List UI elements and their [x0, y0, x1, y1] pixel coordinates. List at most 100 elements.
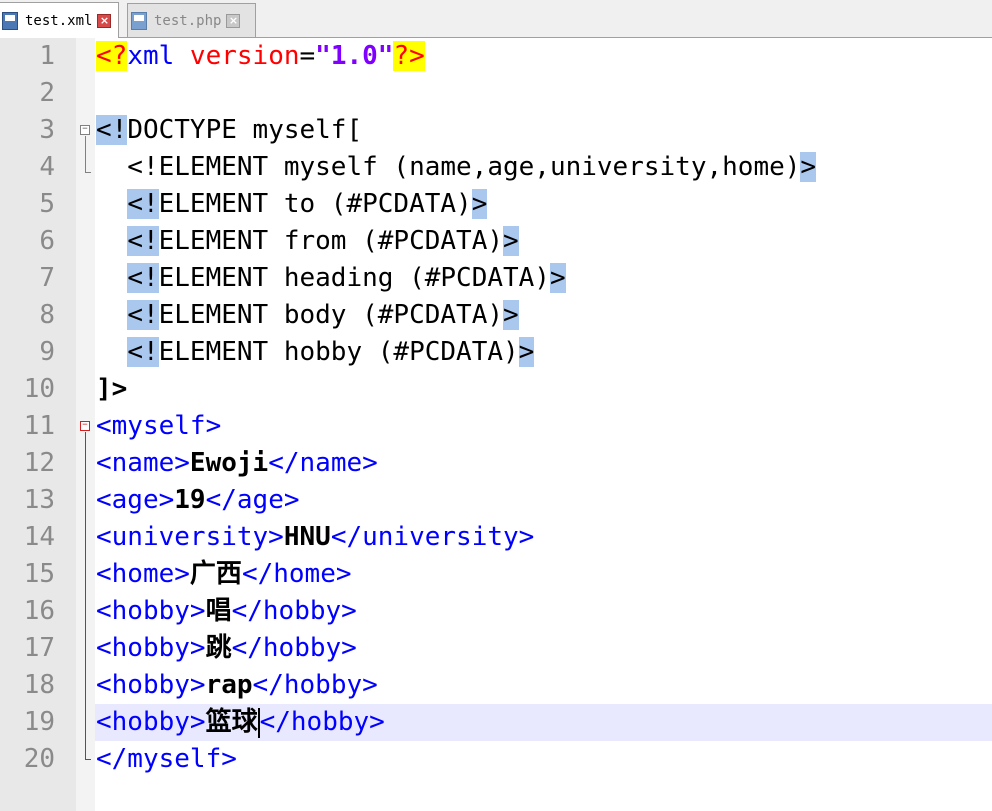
decl-close: >: [518, 337, 535, 367]
line-number: 19: [23, 707, 55, 737]
tab-bar: test.xml × test.php ×: [0, 0, 992, 38]
xml-tag: <age>: [96, 485, 175, 515]
decl-close: >: [549, 263, 566, 293]
xml-tag: </university>: [330, 522, 535, 552]
decl-open: <!: [127, 300, 159, 330]
xml-pi-open: <?: [96, 41, 128, 71]
code-line-15: <home>广西</home>: [96, 556, 352, 593]
element-decl: ELEMENT from (#PCDATA): [158, 226, 503, 256]
code-line-4: <!ELEMENT myself (name,age,university,ho…: [96, 149, 817, 186]
code-line-6: <!ELEMENT from (#PCDATA)>: [96, 223, 519, 260]
line-number: 17: [23, 633, 55, 663]
line-number: 11: [23, 411, 55, 441]
fold-collapse-icon[interactable]: −: [80, 125, 90, 135]
line-number: 6: [39, 226, 55, 256]
fold-end: [85, 759, 91, 760]
element-decl: ELEMENT body (#PCDATA): [158, 300, 503, 330]
code-line-10: ]>: [96, 371, 127, 408]
xml-value: Ewoji: [189, 448, 269, 478]
xml-tag: </hobby>: [231, 633, 357, 663]
code-line-7: <!ELEMENT heading (#PCDATA)>: [96, 260, 566, 297]
xml-tag: <myself>: [96, 411, 222, 441]
line-number: 5: [39, 189, 55, 219]
xml-tag: <hobby>: [96, 596, 206, 626]
code-line-18: <hobby>rap</hobby>: [96, 667, 378, 704]
line-number: 4: [39, 152, 55, 182]
code-line-14: <university>HNU</university>: [96, 519, 534, 556]
element-decl: ELEMENT heading (#PCDATA): [158, 263, 550, 293]
file-icon: [130, 10, 148, 32]
code-line-12: <name>Ewoji</name>: [96, 445, 378, 482]
decl-open: <!: [127, 263, 159, 293]
element-decl: <!ELEMENT myself (name,age,university,ho…: [96, 152, 801, 182]
line-number: 8: [39, 300, 55, 330]
doctype-open: <!: [96, 115, 128, 145]
line-number: 7: [39, 263, 55, 293]
xml-value: rap: [205, 670, 253, 700]
xml-value: HNU: [283, 522, 331, 552]
xml-value: 19: [174, 485, 206, 515]
xml-tag: <university>: [96, 522, 284, 552]
xml-tag: </hobby>: [231, 596, 357, 626]
doctype-close: ]>: [96, 374, 128, 404]
decl-open: <!: [127, 189, 159, 219]
decl-open: <!: [127, 226, 159, 256]
tab-test-php[interactable]: test.php ×: [127, 3, 256, 37]
code-line-16: <hobby>唱</hobby>: [96, 593, 357, 630]
code-line-11: <myself>: [96, 408, 221, 445]
tab-label: test.php: [154, 12, 222, 29]
fold-collapse-icon[interactable]: −: [80, 421, 90, 431]
decl-close: >: [503, 300, 519, 330]
xml-value: 唱: [205, 596, 232, 626]
decl-close: >: [503, 226, 519, 256]
close-icon[interactable]: ×: [226, 13, 241, 28]
line-number: 14: [23, 522, 55, 552]
code-line-20: </myself>: [96, 741, 237, 778]
code-line-8: <!ELEMENT body (#PCDATA)>: [96, 297, 519, 334]
line-number: 3: [39, 115, 55, 145]
line-number: 15: [23, 559, 55, 589]
fold-line: [85, 432, 86, 759]
xml-tag: </hobby>: [259, 707, 385, 737]
decl-close: >: [471, 189, 488, 219]
line-number: 1: [39, 41, 55, 71]
xml-tag: <name>: [96, 448, 190, 478]
xml-value: 跳: [205, 633, 232, 663]
doctype-text: DOCTYPE myself[: [127, 115, 363, 145]
fold-end: [85, 172, 91, 173]
line-number: 2: [39, 78, 55, 108]
tab-label: test.xml: [25, 12, 93, 29]
xml-pi-close: ?>: [393, 41, 425, 71]
code-line-19: <hobby>篮球</hobby>: [96, 704, 385, 741]
line-number: 12: [23, 448, 55, 478]
xml-tag: <hobby>: [96, 670, 206, 700]
code-line-17: <hobby>跳</hobby>: [96, 630, 357, 667]
fold-line: [85, 136, 86, 172]
xml-tag: </home>: [241, 559, 352, 589]
close-icon[interactable]: ×: [97, 13, 112, 28]
xml-tag: </age>: [205, 485, 300, 515]
code-line-9: <!ELEMENT hobby (#PCDATA)>: [96, 334, 535, 371]
tab-test-xml[interactable]: test.xml ×: [0, 2, 119, 38]
decl-close: >: [800, 152, 817, 182]
attribute-value: "1.0": [315, 41, 394, 71]
xml-value: 广西: [189, 559, 242, 589]
element-decl: ELEMENT to (#PCDATA): [158, 189, 472, 219]
line-number: 18: [23, 670, 55, 700]
xml-tag: </myself>: [96, 744, 237, 774]
xml-value: 篮球: [205, 707, 258, 737]
code-line-3: <!DOCTYPE myself[: [96, 112, 362, 149]
xml-tag: <home>: [96, 559, 190, 589]
xml-tag: <hobby>: [96, 707, 206, 737]
xml-tag: </hobby>: [252, 670, 378, 700]
code-line-1: <?xml version="1.0"?>: [96, 38, 425, 75]
file-icon: [1, 10, 19, 32]
line-number: 10: [23, 374, 55, 404]
code-line-13: <age>19</age>: [96, 482, 300, 519]
code-line-5: <!ELEMENT to (#PCDATA)>: [96, 186, 488, 223]
line-number: 16: [23, 596, 55, 626]
attribute-name: version: [174, 41, 300, 71]
xml-tag: <hobby>: [96, 633, 206, 663]
xml-tag: </name>: [268, 448, 378, 478]
line-number: 13: [23, 485, 55, 515]
